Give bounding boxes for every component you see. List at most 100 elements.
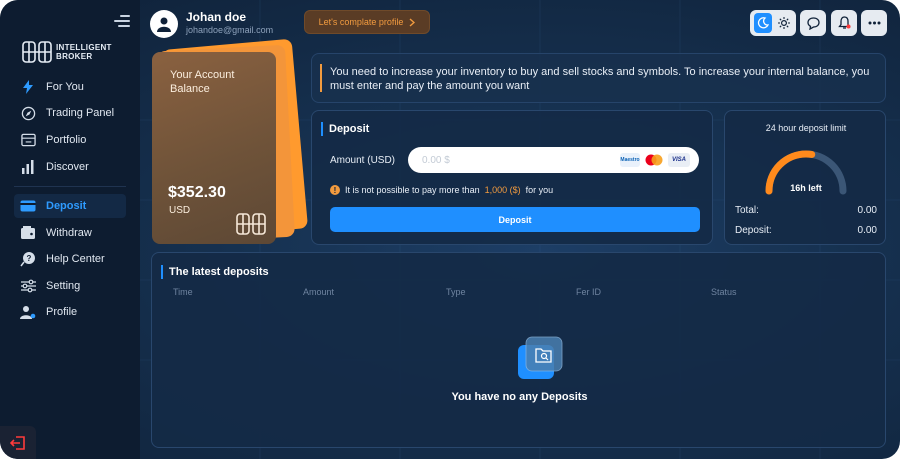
card-icon bbox=[20, 198, 36, 214]
avatar[interactable] bbox=[150, 10, 178, 38]
chat-icon bbox=[806, 16, 820, 30]
sidebar-item-label: Profile bbox=[46, 306, 78, 318]
sidebar-item-label: Help Center bbox=[46, 253, 105, 265]
empty-folder-icon bbox=[518, 336, 563, 379]
more-icon bbox=[868, 21, 880, 25]
app-window: INTELLIGENT BROKER For You Trading Panel… bbox=[0, 0, 900, 459]
user-name: Johan doe bbox=[186, 10, 247, 24]
total-row: Total: 0.00 bbox=[735, 205, 877, 216]
deposit-stat-value: 0.00 bbox=[857, 225, 877, 236]
sidebar-item-label: Discover bbox=[46, 161, 89, 173]
deposit-title: Deposit bbox=[329, 123, 370, 135]
sidebar-item-trading-panel[interactable]: Trading Panel bbox=[14, 101, 126, 125]
column-header-amount[interactable]: Amount bbox=[303, 287, 334, 297]
brand-name-line2: BROKER bbox=[56, 52, 93, 61]
svg-text:?: ? bbox=[27, 254, 32, 263]
brand-name: INTELLIGENT BROKER bbox=[56, 43, 112, 61]
complete-profile-label: Let's complate profile bbox=[318, 17, 404, 27]
bar-chart-icon bbox=[20, 159, 36, 175]
warning-prefix: It is not possible to pay more than bbox=[345, 185, 480, 195]
mastercard-icon bbox=[643, 153, 665, 167]
sidebar-item-for-you[interactable]: For You bbox=[14, 75, 126, 99]
visa-icon: VISA bbox=[668, 153, 690, 167]
sidebar-item-help-center[interactable]: ? Help Center bbox=[14, 247, 126, 271]
deposit-row: Deposit: 0.00 bbox=[735, 225, 877, 236]
column-header-status[interactable]: Status bbox=[711, 287, 737, 297]
portfolio-icon bbox=[20, 132, 36, 148]
sidebar-item-label: Portfolio bbox=[46, 134, 87, 146]
sidebar-item-label: Setting bbox=[46, 280, 81, 292]
messages-button[interactable] bbox=[800, 10, 826, 36]
theme-toggle[interactable] bbox=[750, 10, 796, 36]
payment-methods: Maestro VISA bbox=[620, 153, 690, 167]
logo-mark-icon bbox=[22, 41, 52, 63]
latest-deposits-panel: The latest deposits Time Amount Type Fer… bbox=[151, 252, 886, 448]
total-label: Total: bbox=[735, 205, 759, 216]
amount-label: Amount (USD) bbox=[330, 155, 396, 166]
help-icon: ? bbox=[20, 251, 36, 267]
balance-card: Your Account Balance $352.30 USD bbox=[152, 52, 276, 244]
sidebar-item-profile[interactable]: Profile bbox=[14, 300, 126, 324]
light-mode-option[interactable] bbox=[775, 13, 793, 33]
sidebar-item-label: Deposit bbox=[46, 200, 87, 212]
column-header-type[interactable]: Type bbox=[446, 287, 466, 297]
more-options-button[interactable] bbox=[861, 10, 887, 36]
warning-limit: 1,000 ($) bbox=[484, 185, 521, 195]
limit-title: 24 hour deposit limit bbox=[765, 123, 847, 133]
balance-amount: $352.30 bbox=[168, 184, 226, 201]
moon-icon bbox=[757, 17, 769, 29]
column-header-time[interactable]: Time bbox=[173, 287, 193, 297]
sidebar-item-label: Withdraw bbox=[46, 227, 92, 239]
balance-label: Your Account Balance bbox=[170, 69, 235, 95]
sidebar-item-setting[interactable]: Setting bbox=[14, 274, 126, 298]
latest-title-bar bbox=[161, 265, 163, 279]
inventory-notice: You need to increase your inventory to b… bbox=[311, 53, 886, 103]
user-email: johandoe@gmail.com bbox=[186, 25, 274, 35]
bolt-icon bbox=[20, 79, 36, 95]
column-header-fer-id[interactable]: Fer ID bbox=[576, 287, 601, 297]
limit-remaining: 16h left bbox=[790, 183, 822, 193]
sidebar: INTELLIGENT BROKER For You Trading Panel… bbox=[0, 0, 140, 459]
brand-name-line1: INTELLIGENT bbox=[56, 43, 112, 52]
sliders-icon bbox=[20, 278, 36, 294]
deposit-limit-panel: 24 hour deposit limit 16h left Total: 0.… bbox=[724, 110, 886, 245]
sidebar-divider bbox=[14, 186, 126, 187]
maestro-label: Maestro bbox=[620, 157, 640, 163]
deposit-title-bar bbox=[321, 122, 323, 136]
deposit-panel: Deposit Amount (USD) Maestro VISA ! It i… bbox=[311, 110, 713, 245]
menu-toggle-icon[interactable] bbox=[114, 15, 130, 29]
warning-icon: ! bbox=[330, 185, 340, 195]
bell-icon bbox=[837, 16, 851, 29]
card-logo-icon bbox=[236, 213, 266, 235]
deposit-limit-warning: ! It is not possible to pay more than 1,… bbox=[330, 185, 553, 195]
latest-title: The latest deposits bbox=[169, 266, 269, 278]
notifications-button[interactable] bbox=[831, 10, 857, 36]
balance-currency: USD bbox=[169, 205, 191, 216]
sidebar-item-deposit[interactable]: Deposit bbox=[14, 194, 126, 218]
sidebar-item-label: Trading Panel bbox=[46, 107, 115, 119]
logout-icon bbox=[10, 435, 25, 450]
sidebar-item-portfolio[interactable]: Portfolio bbox=[14, 128, 126, 152]
total-value: 0.00 bbox=[857, 205, 877, 216]
chevron-right-icon bbox=[409, 17, 416, 27]
user-icon bbox=[157, 17, 171, 32]
brand-logo: INTELLIGENT BROKER bbox=[22, 40, 112, 64]
logout-button[interactable] bbox=[0, 426, 36, 459]
sidebar-item-label: For You bbox=[46, 81, 84, 93]
sidebar-item-withdraw[interactable]: Withdraw bbox=[14, 221, 126, 245]
deposit-stat-label: Deposit: bbox=[735, 225, 772, 236]
sidebar-item-discover[interactable]: Discover bbox=[14, 155, 126, 179]
user-gear-icon bbox=[20, 304, 36, 320]
dark-mode-option[interactable] bbox=[753, 13, 772, 33]
wallet-icon bbox=[20, 225, 36, 241]
deposit-button[interactable]: Deposit bbox=[330, 207, 700, 232]
complete-profile-button[interactable]: Let's complate profile bbox=[304, 10, 430, 34]
maestro-icon: Maestro bbox=[620, 153, 640, 167]
sun-icon bbox=[777, 17, 790, 29]
compass-icon bbox=[20, 105, 36, 121]
empty-state-text: You have no any Deposits bbox=[451, 391, 588, 403]
visa-label: VISA bbox=[671, 157, 686, 163]
warning-suffix: for you bbox=[525, 185, 554, 195]
notice-accent-bar bbox=[320, 64, 322, 92]
notice-text: You need to increase your inventory to b… bbox=[330, 66, 870, 92]
